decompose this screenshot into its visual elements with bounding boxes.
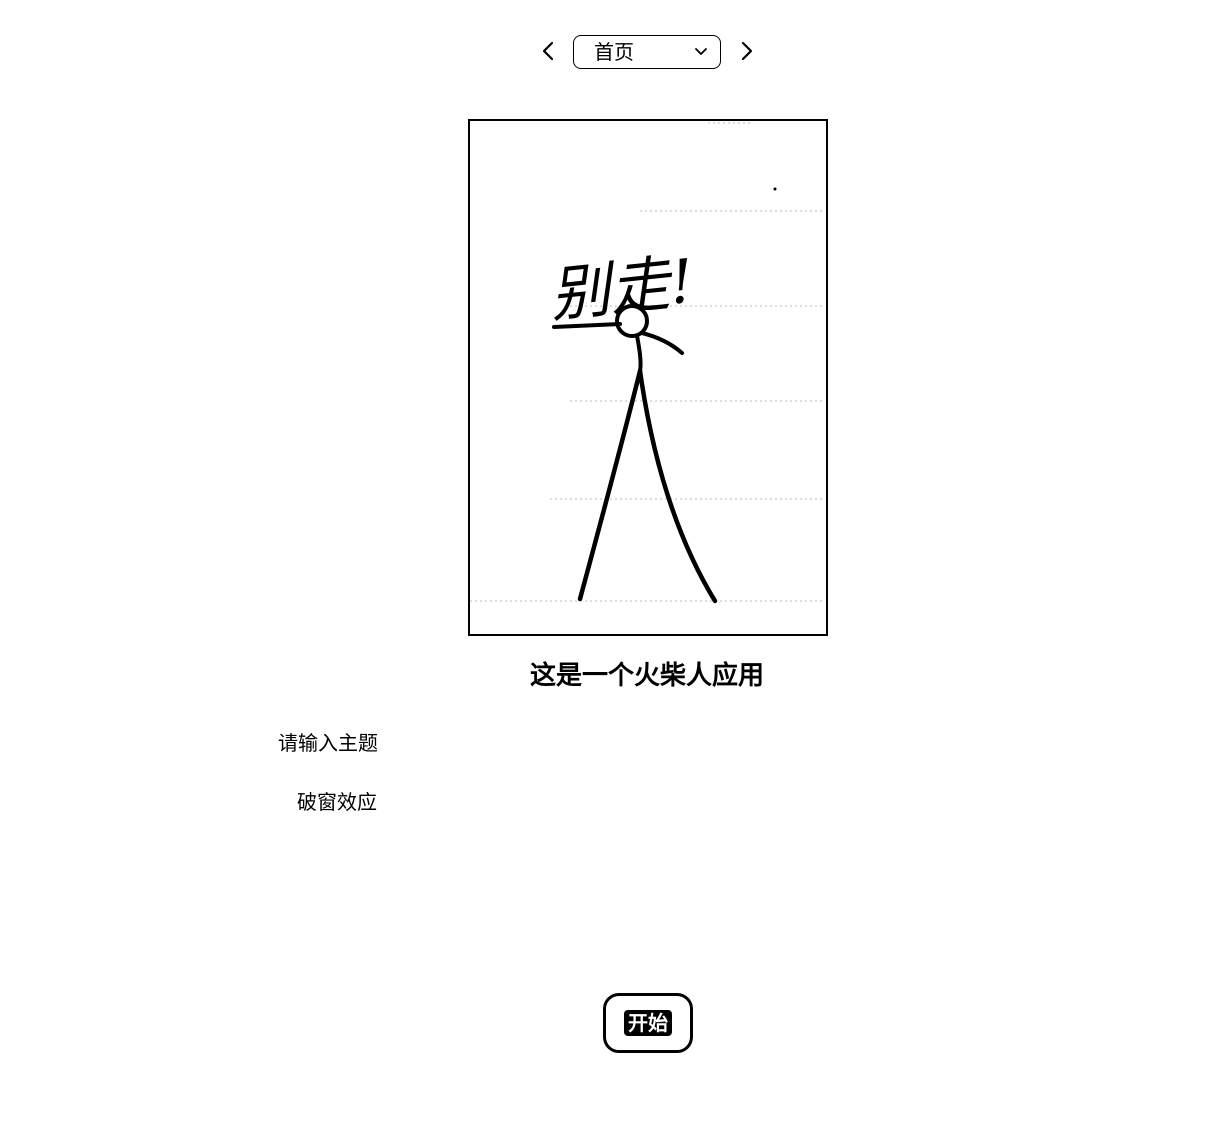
stick-figure-drawing: 别走! [470, 122, 824, 604]
page-select[interactable]: 首页 [573, 35, 721, 69]
page-select-value: 首页 [594, 40, 634, 64]
topic-input[interactable] [290, 784, 597, 816]
start-button-label: 开始 [624, 1010, 672, 1036]
handwritten-caption: 别走! [547, 246, 698, 331]
stick-figure-illustration: 别走! [468, 119, 828, 636]
start-button[interactable]: 开始 [603, 993, 693, 1053]
chevron-down-icon [694, 45, 708, 59]
previous-page-button[interactable] [535, 38, 561, 68]
chevron-right-icon [740, 40, 754, 66]
chevron-left-icon [541, 40, 555, 66]
page-title: 这是一个火柴人应用 [529, 661, 764, 691]
next-page-button[interactable] [734, 38, 760, 68]
topic-label: 请输入主题 [278, 731, 378, 755]
